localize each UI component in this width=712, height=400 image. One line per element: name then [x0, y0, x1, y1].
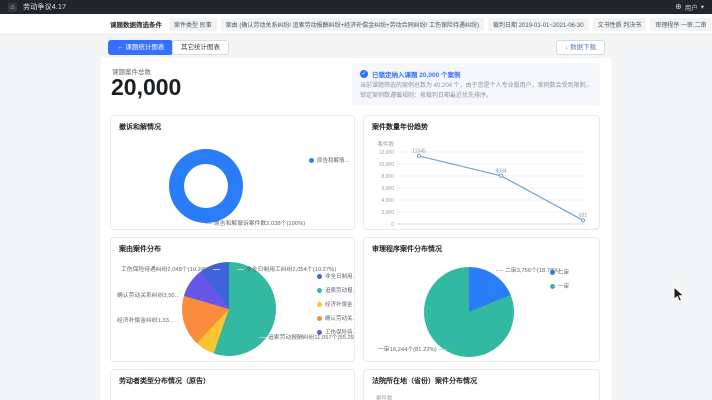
- legend-item[interactable]: 非全日制用...: [317, 272, 355, 280]
- legend-label: 原告和解情...: [317, 156, 349, 164]
- settlement-callout: 原告和解撤诉案件数2,038个(100%): [203, 218, 305, 227]
- filter-tag[interactable]: 案件类型 民事: [169, 18, 217, 31]
- card-cause-distribution: 案由案件分布 非全日制用... 追索劳动报... 经济补偿金... 确认劳动关... 工…: [110, 237, 355, 362]
- cause-callout-confirm: 确认劳动关系纠纷3,50...: [117, 290, 180, 299]
- card-procedure-title: 审理程序案件分布情况: [372, 244, 442, 254]
- legend-dot-icon: [317, 316, 322, 321]
- svg-text:裁判日期: 裁判日期: [578, 228, 598, 230]
- filter-tag[interactable]: 裁判日期 2019-01-01~2021-06-30: [488, 18, 589, 31]
- card-cause-title: 案由案件分布: [119, 244, 161, 254]
- dashboard-page: ⌂ 劳动争议4.17 ⊕ 用户 ▾ 课题数据筛选条件 案件类型 民事案由 (确认…: [0, 0, 712, 400]
- filter-bar-label: 课题数据筛选条件: [110, 19, 162, 29]
- legend-dot-icon: [317, 288, 322, 293]
- svg-text:12,000: 12,000: [379, 150, 395, 156]
- svg-text:案件数: 案件数: [377, 140, 394, 148]
- filter-tags: 案件类型 民事案由 (确认劳动关系纠纷/ 追索劳动报酬纠纷+经济补偿金纠纷+劳动…: [169, 18, 712, 31]
- filter-tag[interactable]: 文书性质 判决书: [593, 18, 647, 31]
- legend-label: 经济补偿金...: [325, 300, 355, 308]
- user-menu[interactable]: ⊕ 用户 ▾: [675, 0, 704, 14]
- total-cases-value: 20,000: [111, 74, 181, 101]
- legend-dot-icon: [550, 284, 555, 289]
- cause-pie-chart[interactable]: [182, 262, 276, 356]
- svg-text:2,000: 2,000: [381, 210, 394, 216]
- svg-text:11345: 11345: [412, 148, 426, 154]
- chevron-down-icon: ▾: [701, 3, 704, 11]
- cause-callout-parttime: 非全日制用工纠纷2,054个(10.27%): [235, 264, 336, 273]
- card-year-trend: 案件数量年份趋势 12,000 10,000 8,000 6,000 4,000 2,00…: [363, 115, 600, 230]
- svg-text:2020: 2020: [495, 229, 506, 230]
- procedure-callout-second: 二审3,756个(18.78%): [494, 265, 560, 274]
- filter-tag[interactable]: 案由 (确认劳动关系纠纷/ 追索劳动报酬纠纷+经济补偿金纠纷+劳动合同纠纷/ 工…: [221, 18, 484, 31]
- legend-label: 确认劳动关...: [325, 314, 355, 322]
- legend-item[interactable]: 确认劳动关...: [317, 314, 355, 322]
- settlement-legend: 原告和解情...: [309, 156, 349, 164]
- svg-text:2021: 2021: [577, 229, 588, 230]
- settlement-donut-chart[interactable]: [169, 149, 243, 223]
- lock-notice-box: ✓ 已锁定纳入课题 20,000 个案例 当前课题筛选的案例总数为 40,204…: [352, 63, 600, 106]
- cause-callout-wages: 追索劳动报酬纠纷11,057个(55.29%): [257, 332, 355, 341]
- legend-item[interactable]: 经济补偿金...: [317, 300, 355, 308]
- card-worker-type: 劳动者类型分布情况（原告）: [110, 369, 355, 400]
- main-panel: 课题案件总数 20,000 ✓ 已锁定纳入课题 20,000 个案例 当前课题筛…: [100, 58, 612, 400]
- mouse-cursor: [672, 286, 686, 303]
- filter-bar: 课题数据筛选条件 案件类型 民事案由 (确认劳动关系纠纷/ 追索劳动报酬纠纷+经…: [0, 14, 712, 35]
- card-procedure-distribution: 审理程序案件分布情况 二审一审 二审3,756个(18.78%) 一审16,24…: [363, 237, 600, 362]
- procedure-callout-first: 一审16,244个(81.22%): [378, 344, 448, 353]
- card-court-province-title: 法院所在地（省份）案件分布情况: [372, 376, 477, 386]
- export-data-button[interactable]: ↓ 数据下载: [556, 40, 605, 55]
- legend-dot-icon: [317, 302, 322, 307]
- svg-text:10,000: 10,000: [379, 162, 395, 168]
- court-province-ylabel: 案件数: [376, 394, 393, 400]
- globe-icon: ⊕: [675, 3, 682, 11]
- app-title: 劳动争议4.17: [23, 2, 66, 12]
- svg-text:621: 621: [579, 213, 588, 219]
- svg-text:2019: 2019: [413, 229, 424, 230]
- other-chart-tab-button[interactable]: 其它统计图表: [172, 40, 229, 55]
- legend-dot-icon: [317, 274, 322, 279]
- svg-text:0: 0: [391, 222, 394, 228]
- year-trend-line-chart[interactable]: 12,000 10,000 8,000 6,000 4,000 2,000 0 案件数 2019…: [367, 140, 598, 230]
- user-label: 用户: [685, 2, 698, 12]
- back-arrow-icon: ←: [117, 44, 124, 51]
- svg-text:6,000: 6,000: [381, 186, 394, 192]
- legend-item[interactable]: 原告和解情...: [309, 156, 349, 164]
- lock-notice-body: 当前课题筛选的案例总数为 40,204 个，由于您是个人专业版用户，案例数会受到…: [360, 82, 592, 101]
- card-year-trend-title: 案件数量年份趋势: [372, 122, 428, 132]
- card-court-province: 法院所在地（省份）案件分布情况 案件数: [363, 369, 600, 400]
- check-icon: ✓: [360, 70, 368, 78]
- cause-callout-compensation: 经济补偿金纠纷1,33...: [117, 315, 174, 324]
- legend-item[interactable]: 追索劳动报...: [317, 286, 355, 294]
- download-icon: ↓: [565, 44, 568, 51]
- card-settlement-title: 撤诉和解情况: [119, 122, 161, 132]
- lock-notice-title: 已锁定纳入课题 20,000 个案例: [372, 69, 461, 79]
- top-navbar: ⌂ 劳动争议4.17 ⊕ 用户 ▾: [0, 0, 712, 14]
- legend-dot-icon: [309, 158, 314, 163]
- filter-tag[interactable]: 审理程序 一审,二审: [650, 18, 711, 31]
- legend-label: 非全日制用...: [325, 272, 355, 280]
- legend-label: 追索劳动报...: [325, 286, 355, 294]
- cause-callout-injury: 工伤保险待遇纠纷2,048个(10.24%): [121, 264, 222, 273]
- card-settlement: 撤诉和解情况 原告和解情... 原告和解撤诉案件数2,038个(100%): [110, 115, 355, 230]
- card-worker-type-title: 劳动者类型分布情况（原告）: [119, 376, 210, 386]
- topic-chart-tab-button[interactable]: ← 课题统计图表: [108, 40, 173, 55]
- legend-item[interactable]: 一审: [550, 282, 569, 290]
- svg-text:4,000: 4,000: [381, 198, 394, 204]
- svg-text:8,000: 8,000: [381, 174, 394, 180]
- cause-legend: 非全日制用...追索劳动报...经济补偿金...确认劳动关...工伤保险待...: [317, 272, 355, 336]
- home-icon[interactable]: ⌂: [8, 3, 17, 12]
- svg-text:8034: 8034: [495, 168, 506, 174]
- legend-label: 一审: [558, 282, 569, 290]
